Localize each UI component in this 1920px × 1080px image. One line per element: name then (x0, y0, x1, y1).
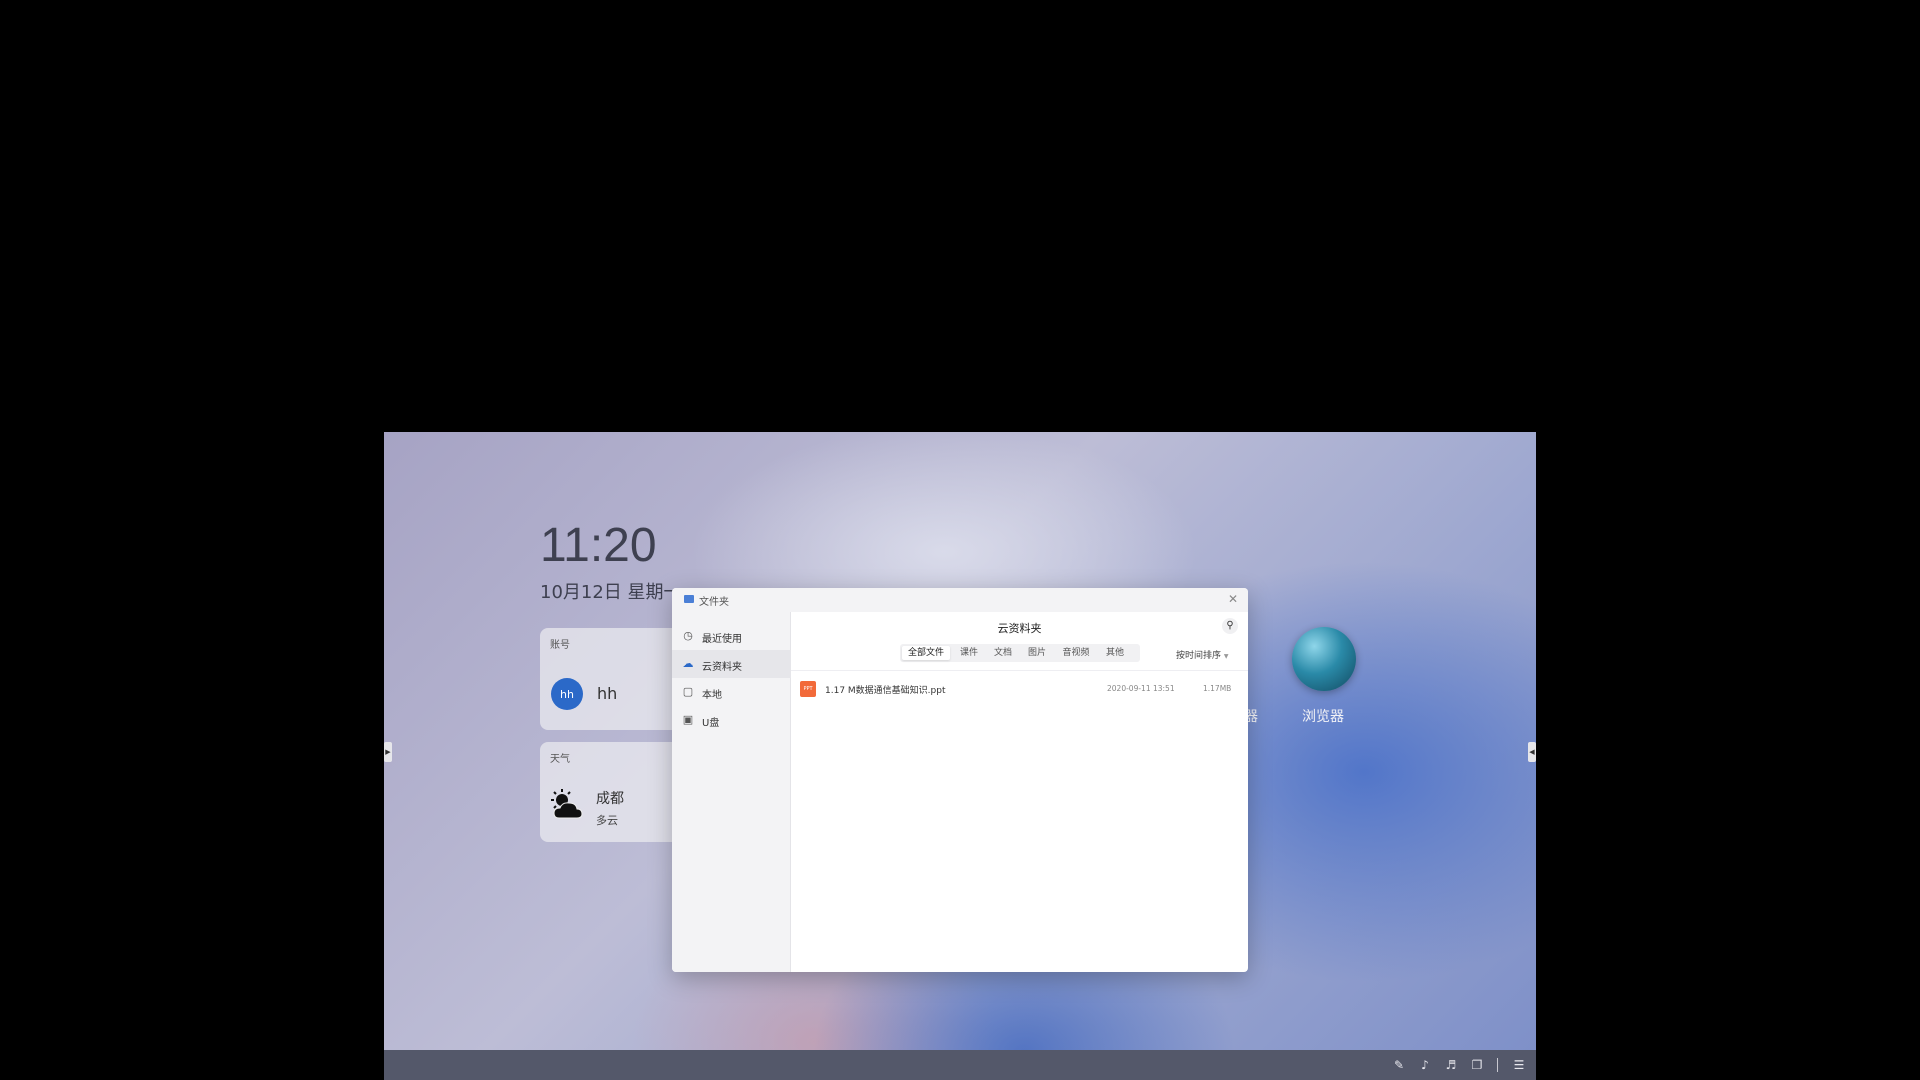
clock-icon: ◷ (683, 629, 693, 642)
menu-icon[interactable]: ☰ (1512, 1058, 1526, 1072)
weather-condition: 多云 (596, 814, 618, 827)
search-button[interactable]: ⚲ (1222, 618, 1238, 634)
chevron-down-icon: ▼ (1223, 653, 1229, 660)
file-manager-dialog: 文件夹 ✕ ◷ 最近使用 ☁ 云资料夹 ▢ 本地 ▣ U盘 云资料夹 ⚲ 全部文… (672, 588, 1248, 972)
dialog-titlebar: 文件夹 ✕ (672, 588, 1248, 612)
sidebar-item-label: 最近使用 (702, 634, 742, 645)
dialog-title: 文件夹 (699, 597, 729, 608)
account-name: hh (597, 684, 618, 703)
volume-icon[interactable]: ♬ (1444, 1058, 1458, 1072)
folder-icon (684, 595, 694, 603)
file-row[interactable]: PPT 1.17 M数据通信基础知识.ppt 2020-09-11 13:51 … (791, 678, 1248, 700)
file-size: 1.17MB (1203, 684, 1232, 693)
file-name: 1.17 M数据通信基础知识.ppt (825, 686, 946, 696)
usb-icon: ▣ (682, 713, 694, 726)
browser-icon[interactable] (1292, 627, 1356, 691)
tab-images[interactable]: 图片 (1022, 646, 1052, 660)
sidebar-item-cloud[interactable]: ☁ 云资料夹 (672, 650, 791, 678)
tab-other[interactable]: 其他 (1100, 646, 1130, 660)
divider (791, 670, 1248, 671)
weather-city: 成都 (596, 791, 624, 807)
sidebar-item-local[interactable]: ▢ 本地 (672, 678, 791, 706)
date: 10月12日 星期一 (540, 582, 682, 603)
tab-all-files[interactable]: 全部文件 (902, 646, 950, 660)
cloud-icon: ☁ (682, 657, 694, 670)
weather-widget[interactable]: 天气 成都 多云 (540, 742, 690, 842)
desktop: 11:20 10月12日 星期一 账号 hh hh 天气 成都 多云 器 浏览器… (384, 432, 1536, 1080)
search-icon: ⚲ (1226, 620, 1234, 631)
sidebar-item-recent[interactable]: ◷ 最近使用 (672, 622, 791, 650)
right-edge-handle[interactable]: ◀ (1528, 742, 1536, 762)
ppt-file-icon: PPT (800, 681, 816, 697)
tab-documents[interactable]: 文档 (988, 646, 1018, 660)
clock: 11:20 (540, 519, 657, 572)
sidebar-item-label: U盘 (702, 718, 720, 729)
sidebar-item-label: 本地 (702, 690, 722, 701)
sidebar-item-label: 云资料夹 (702, 662, 742, 673)
filter-tabs: 全部文件 课件 文档 图片 音视频 其他 (900, 644, 1140, 662)
sidebar-item-usb[interactable]: ▣ U盘 (672, 706, 791, 734)
file-date: 2020-09-11 13:51 (1107, 684, 1175, 693)
browser-label: 浏览器 (1302, 709, 1344, 725)
microphone-icon[interactable]: ♪ (1418, 1058, 1432, 1072)
weather-widget-heading: 天气 (550, 754, 570, 765)
book-icon: ▢ (682, 685, 694, 698)
avatar[interactable]: hh (551, 678, 583, 710)
sidebar: ◷ 最近使用 ☁ 云资料夹 ▢ 本地 ▣ U盘 (672, 612, 791, 972)
pen-icon[interactable]: ✎ (1392, 1058, 1406, 1072)
partly-cloudy-icon (551, 789, 583, 819)
sort-label: 按时间排序 (1176, 651, 1222, 661)
page-title: 云资料夹 (997, 622, 1042, 635)
tab-courseware[interactable]: 课件 (954, 646, 984, 660)
taskbar-separator (1497, 1058, 1498, 1072)
account-widget[interactable]: 账号 hh hh (540, 628, 690, 730)
sort-dropdown[interactable]: 按时间排序 ▼ (1176, 648, 1229, 661)
account-widget-heading: 账号 (550, 640, 570, 651)
left-edge-handle[interactable]: ▶ (384, 742, 392, 762)
taskbar: ✎ ♪ ♬ ❐ ☰ (384, 1050, 1536, 1080)
close-button[interactable]: ✕ (1226, 592, 1240, 606)
tab-media[interactable]: 音视频 (1056, 646, 1096, 660)
window-switch-icon[interactable]: ❐ (1470, 1058, 1484, 1072)
